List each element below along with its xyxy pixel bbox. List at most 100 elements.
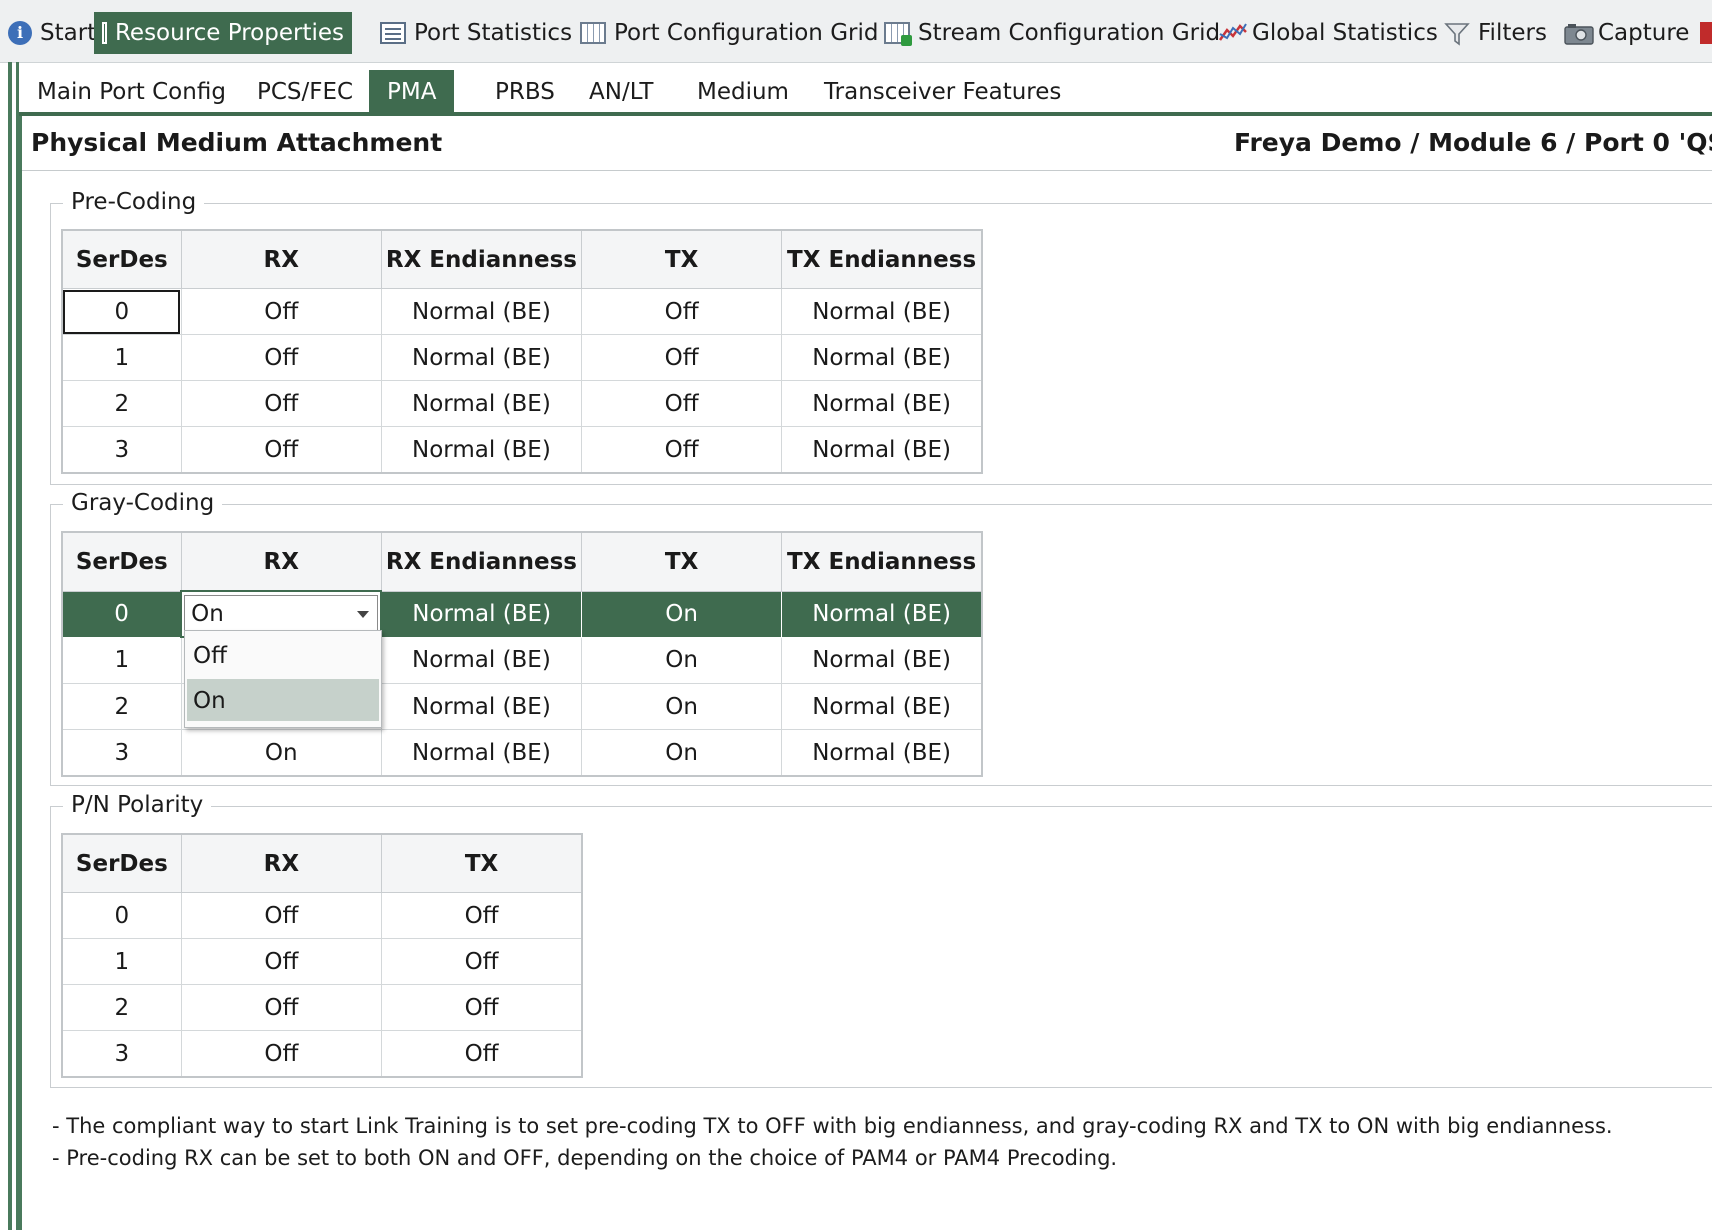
serdes-cell[interactable]: 0 <box>61 288 182 335</box>
graycoding-legend: Gray-Coding <box>63 490 223 516</box>
table-row[interactable]: 3 On Normal (BE) On Normal (BE) <box>61 729 983 777</box>
table-row[interactable]: 2 Off Off <box>61 984 583 1031</box>
port-path: Freya Demo / Module 6 / Port 0 'QSF <box>1234 128 1712 157</box>
rx-cell[interactable]: Off <box>180 334 382 381</box>
table-row[interactable]: 0 Off Normal (BE) Off Normal (BE) <box>61 288 983 335</box>
column-header-rx[interactable]: RX <box>180 229 382 289</box>
tx-cell[interactable]: On <box>581 636 783 684</box>
rx-cell[interactable]: On <box>180 729 382 777</box>
tab-capture[interactable]: Capture <box>1556 12 1697 54</box>
rx-endianness-cell[interactable]: Normal (BE) <box>380 636 583 684</box>
serdes-cell[interactable]: 0 <box>61 590 182 638</box>
rx-endianness-cell[interactable]: Normal (BE) <box>380 380 583 427</box>
tab-global-statistics[interactable]: Global Statistics <box>1210 12 1446 54</box>
serdes-cell[interactable]: 1 <box>61 334 182 381</box>
column-header-rx-endianness[interactable]: RX Endianness <box>380 229 583 289</box>
column-header-rx[interactable]: RX <box>180 833 383 893</box>
tx-endianness-cell[interactable]: Normal (BE) <box>781 590 983 638</box>
subtab-main-port-config[interactable]: Main Port Config <box>19 70 244 112</box>
dropdown-option-on[interactable]: On <box>187 679 379 721</box>
rx-combobox[interactable]: On <box>184 594 379 634</box>
tx-cell[interactable]: Off <box>381 1030 583 1078</box>
column-header-tx[interactable]: TX <box>581 229 783 289</box>
rx-endianness-cell[interactable]: Normal (BE) <box>380 590 583 638</box>
tx-cell[interactable]: Off <box>581 380 783 427</box>
panel-border <box>19 116 22 1230</box>
rx-cell[interactable]: Off <box>180 380 382 427</box>
chevron-down-icon[interactable] <box>357 610 370 618</box>
tab-port-configuration-grid[interactable]: Port Configuration Grid <box>572 12 886 54</box>
tab-filters[interactable]: Filters <box>1436 12 1555 54</box>
tx-cell[interactable]: Off <box>581 334 783 381</box>
subtab-pma[interactable]: PMA <box>369 70 455 112</box>
column-header-tx[interactable]: TX <box>581 531 783 592</box>
table-row[interactable]: 2 Off Normal (BE) Off Normal (BE) <box>61 380 983 427</box>
serdes-cell[interactable]: 3 <box>61 1030 182 1078</box>
record-icon <box>1700 22 1712 44</box>
tx-endianness-cell[interactable]: Normal (BE) <box>781 380 983 427</box>
tx-endianness-cell[interactable]: Normal (BE) <box>781 288 983 335</box>
tx-cell[interactable]: Off <box>581 426 783 474</box>
rx-cell[interactable]: Off <box>180 426 382 474</box>
tab-overflow[interactable] <box>1692 12 1712 54</box>
tab-stream-configuration-grid[interactable]: Stream Configuration Grid <box>876 12 1228 54</box>
subtab-pcs-fec[interactable]: PCS/FEC <box>239 70 371 112</box>
tx-endianness-cell[interactable]: Normal (BE) <box>781 729 983 777</box>
tx-cell[interactable]: Off <box>581 288 783 335</box>
rx-endianness-cell[interactable]: Normal (BE) <box>380 683 583 730</box>
serdes-cell[interactable]: 2 <box>61 984 182 1031</box>
rx-cell[interactable]: Off <box>180 892 383 939</box>
table-row[interactable]: 1 Off Off <box>61 938 583 985</box>
serdes-cell[interactable]: 2 <box>61 683 182 730</box>
dropdown-option-off[interactable]: Off <box>187 634 379 676</box>
rx-endianness-cell[interactable]: Normal (BE) <box>380 288 583 335</box>
rx-cell[interactable]: Off <box>180 938 383 985</box>
tx-endianness-cell[interactable]: Normal (BE) <box>781 636 983 684</box>
serdes-cell[interactable]: 1 <box>61 938 182 985</box>
config-grid-icon <box>580 22 606 44</box>
tx-endianness-cell[interactable]: Normal (BE) <box>781 334 983 381</box>
tx-cell[interactable]: Off <box>381 938 583 985</box>
rx-cell[interactable]: Off <box>180 1030 383 1078</box>
serdes-cell[interactable]: 0 <box>61 892 182 939</box>
rx-endianness-cell[interactable]: Normal (BE) <box>380 426 583 474</box>
column-header-serdes[interactable]: SerDes <box>61 531 182 592</box>
rx-endianness-cell[interactable]: Normal (BE) <box>380 729 583 777</box>
table-row[interactable]: 3 Off Normal (BE) Off Normal (BE) <box>61 426 983 474</box>
rx-cell[interactable]: Off <box>180 288 382 335</box>
table-row[interactable]: 0 Off Off <box>61 892 583 939</box>
tab-label: Resource Properties <box>114 20 344 46</box>
subtab-prbs[interactable]: PRBS <box>477 70 573 112</box>
tab-label: Port Configuration Grid <box>614 20 879 46</box>
tx-cell[interactable]: On <box>581 729 783 777</box>
tx-cell[interactable]: Off <box>381 892 583 939</box>
tab-label: Capture <box>1598 20 1690 46</box>
table-row[interactable]: 1 Off Normal (BE) Off Normal (BE) <box>61 334 983 381</box>
rx-cell[interactable]: Off <box>180 984 383 1031</box>
tab-port-statistics[interactable]: Port Statistics <box>372 12 580 54</box>
tx-cell[interactable]: On <box>581 590 783 638</box>
column-header-tx-endianness[interactable]: TX Endianness <box>781 531 983 592</box>
tab-label: Port Statistics <box>414 20 573 46</box>
serdes-cell[interactable]: 2 <box>61 380 182 427</box>
serdes-cell[interactable]: 3 <box>61 729 182 777</box>
tx-cell[interactable]: On <box>581 683 783 730</box>
subtab-an-lt[interactable]: AN/LT <box>571 70 671 112</box>
column-header-rx-endianness[interactable]: RX Endianness <box>380 531 583 592</box>
tab-resource-properties[interactable]: Resource Properties <box>94 12 352 54</box>
tx-endianness-cell[interactable]: Normal (BE) <box>781 683 983 730</box>
column-header-rx[interactable]: RX <box>180 531 382 592</box>
subtab-medium[interactable]: Medium <box>679 70 807 112</box>
table-row[interactable]: 3 Off Off <box>61 1030 583 1078</box>
serdes-cell[interactable]: 1 <box>61 636 182 684</box>
tab-start[interactable]: i Start <box>0 12 104 54</box>
serdes-cell[interactable]: 3 <box>61 426 182 474</box>
rx-endianness-cell[interactable]: Normal (BE) <box>380 334 583 381</box>
tx-endianness-cell[interactable]: Normal (BE) <box>781 426 983 474</box>
column-header-tx[interactable]: TX <box>381 833 583 893</box>
subtab-transceiver-features[interactable]: Transceiver Features <box>806 70 1079 112</box>
tx-cell[interactable]: Off <box>381 984 583 1031</box>
column-header-serdes[interactable]: SerDes <box>61 229 182 289</box>
column-header-serdes[interactable]: SerDes <box>61 833 182 893</box>
column-header-tx-endianness[interactable]: TX Endianness <box>781 229 983 289</box>
